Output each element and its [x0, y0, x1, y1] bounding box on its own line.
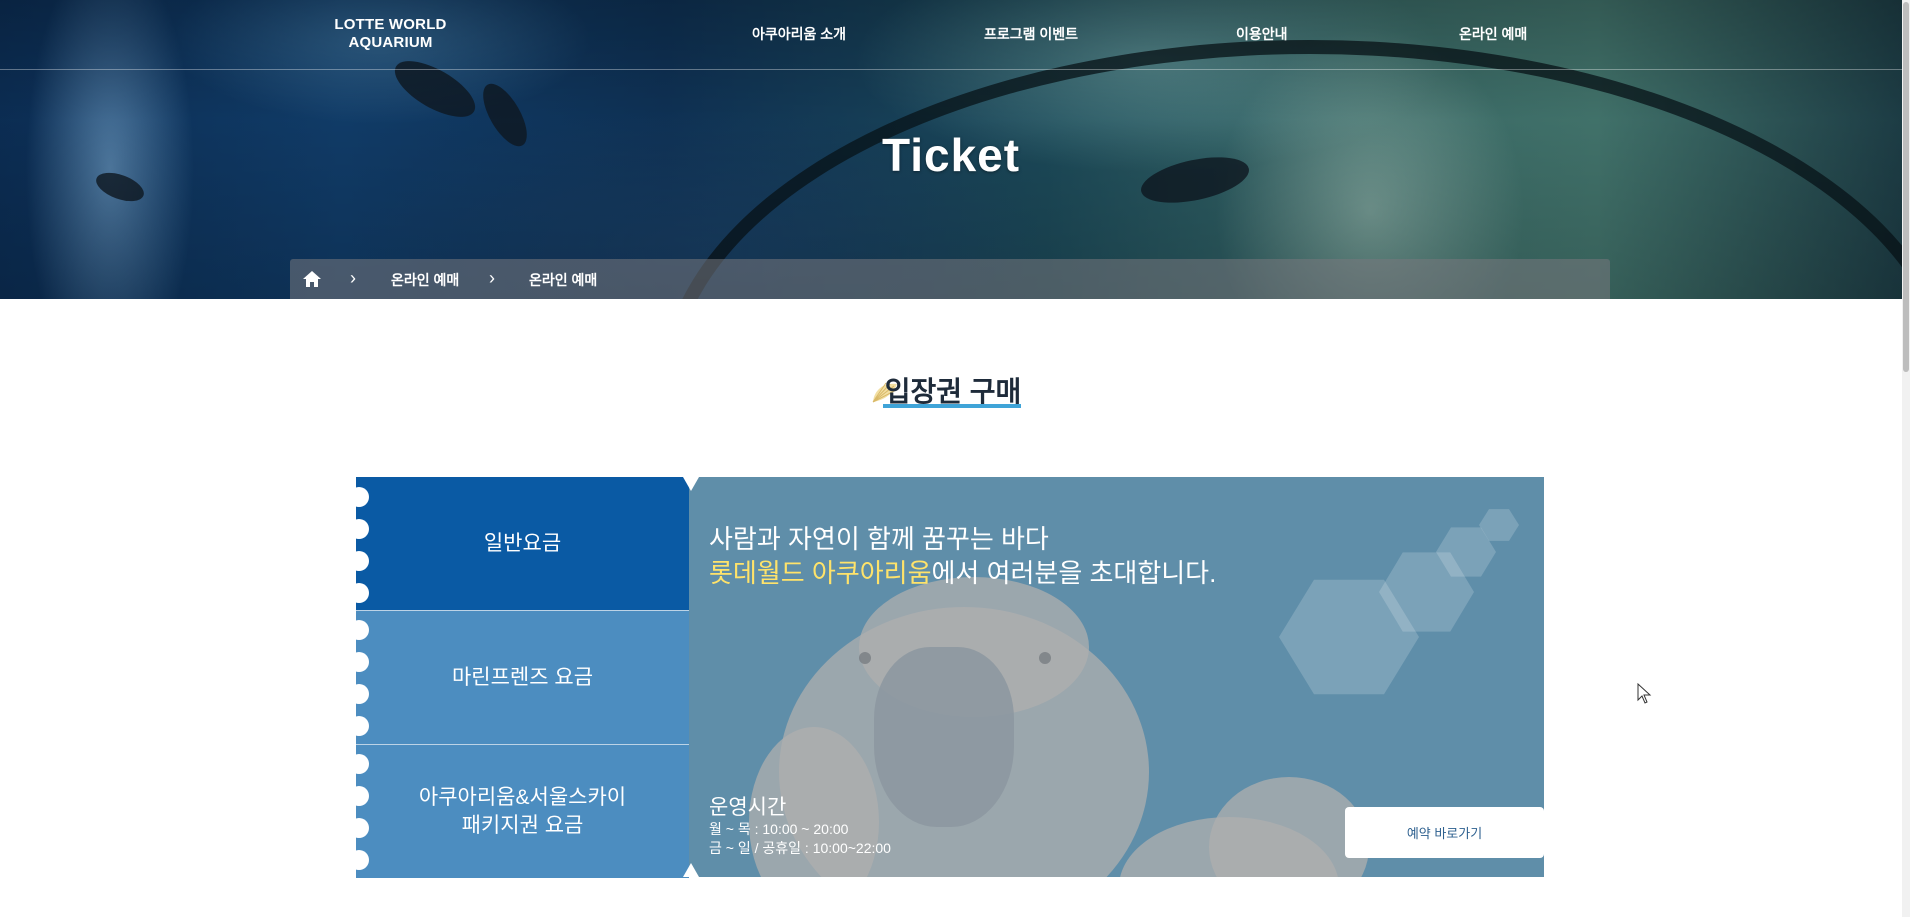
section-title: 입장권 구매	[0, 370, 1902, 410]
ticket-notch	[349, 583, 369, 603]
ticket-notch	[349, 850, 369, 870]
tab-label: 일반요금	[483, 531, 562, 555]
mouse-cursor-icon	[1637, 682, 1653, 705]
section-title-text: 입장권 구매	[884, 376, 1022, 407]
nav-item-aquarium-intro[interactable]: 아쿠아리움 소개	[752, 24, 846, 44]
ticket-notch	[349, 652, 369, 672]
fare-tabs: 일반요금 마린프렌즈 요금 아쿠아리움&서울스카이 패키지권 요금	[349, 477, 689, 878]
ticket-notch-triangle	[683, 863, 699, 877]
vertical-scrollbar[interactable]	[1902, 0, 1910, 917]
hero-banner: LOTTE WORLD AQUARIUM 아쿠아리움 소개 프로그램 이벤트 이…	[0, 0, 1902, 299]
panel-headline-2: 롯데월드 아쿠아리움에서 여러분을 초대합니다.	[709, 553, 1216, 590]
scrollbar-thumb[interactable]	[1903, 2, 1909, 372]
mascot-eye	[1039, 652, 1051, 664]
chevron-right-icon: ›	[489, 268, 495, 288]
tab-general-fare[interactable]: 일반요금	[356, 477, 689, 610]
ticket-notch	[349, 684, 369, 704]
mascot-eye	[859, 652, 871, 664]
ticket-card: 일반요금 마린프렌즈 요금 아쿠아리움&서울스카이 패키지권 요금 사람과 자연…	[349, 477, 1544, 878]
ticket-notch	[349, 620, 369, 640]
ticket-notch	[349, 487, 369, 507]
breadcrumb: › 온라인 예매 › 온라인 예매	[290, 259, 1610, 299]
tab-marine-friends-fare[interactable]: 마린프렌즈 요금	[356, 611, 689, 744]
reserve-button[interactable]: 예약 바로가기	[1345, 807, 1544, 858]
nav-item-program-events[interactable]: 프로그램 이벤트	[984, 24, 1078, 44]
page-title: Ticket	[881, 129, 1021, 181]
title-underline	[882, 404, 1022, 408]
ticket-notch	[349, 716, 369, 736]
tab-label: 마린프렌즈 요금	[451, 665, 594, 689]
main-nav: 아쿠아리움 소개 프로그램 이벤트 이용안내 온라인 예매	[0, 24, 1902, 46]
hours-weekday: 월 ~ 목 : 10:00 ~ 20:00	[709, 821, 849, 837]
mascot-mouth	[874, 647, 1014, 827]
hours-title: 운영시간	[709, 796, 787, 819]
panel-headline-1: 사람과 자연이 함께 꿈꾸는 바다	[709, 524, 1049, 554]
tab-label-line2: 패키지권 요금	[461, 813, 584, 837]
tab-package-fare[interactable]: 아쿠아리움&서울스카이 패키지권 요금	[356, 745, 689, 878]
nav-item-online-booking[interactable]: 온라인 예매	[1459, 24, 1527, 44]
ticket-notch	[349, 519, 369, 539]
ticket-notch	[349, 786, 369, 806]
nav-item-guide[interactable]: 이용안내	[1236, 24, 1288, 44]
hours-weekend: 금 ~ 일 / 공휴일 : 10:00~22:00	[709, 840, 891, 856]
header-divider	[0, 69, 1902, 70]
ticket-notch	[349, 754, 369, 774]
fare-info-panel: 사람과 자연이 함께 꿈꾸는 바다 롯데월드 아쿠아리움에서 여러분을 초대합니…	[689, 477, 1544, 877]
home-icon[interactable]	[302, 269, 322, 289]
breadcrumb-item-1[interactable]: 온라인 예매	[391, 270, 459, 290]
ticket-notch-triangle	[683, 477, 699, 491]
chevron-right-icon: ›	[350, 268, 356, 288]
highlight-text: 롯데월드 아쿠아리움	[709, 558, 932, 588]
ticket-notch	[349, 818, 369, 838]
ticket-notch	[349, 551, 369, 571]
headline-rest: 에서 여러분을 초대합니다.	[931, 558, 1217, 588]
breadcrumb-item-2[interactable]: 온라인 예매	[529, 270, 597, 290]
tab-label-line1: 아쿠아리움&서울스카이	[418, 785, 627, 809]
